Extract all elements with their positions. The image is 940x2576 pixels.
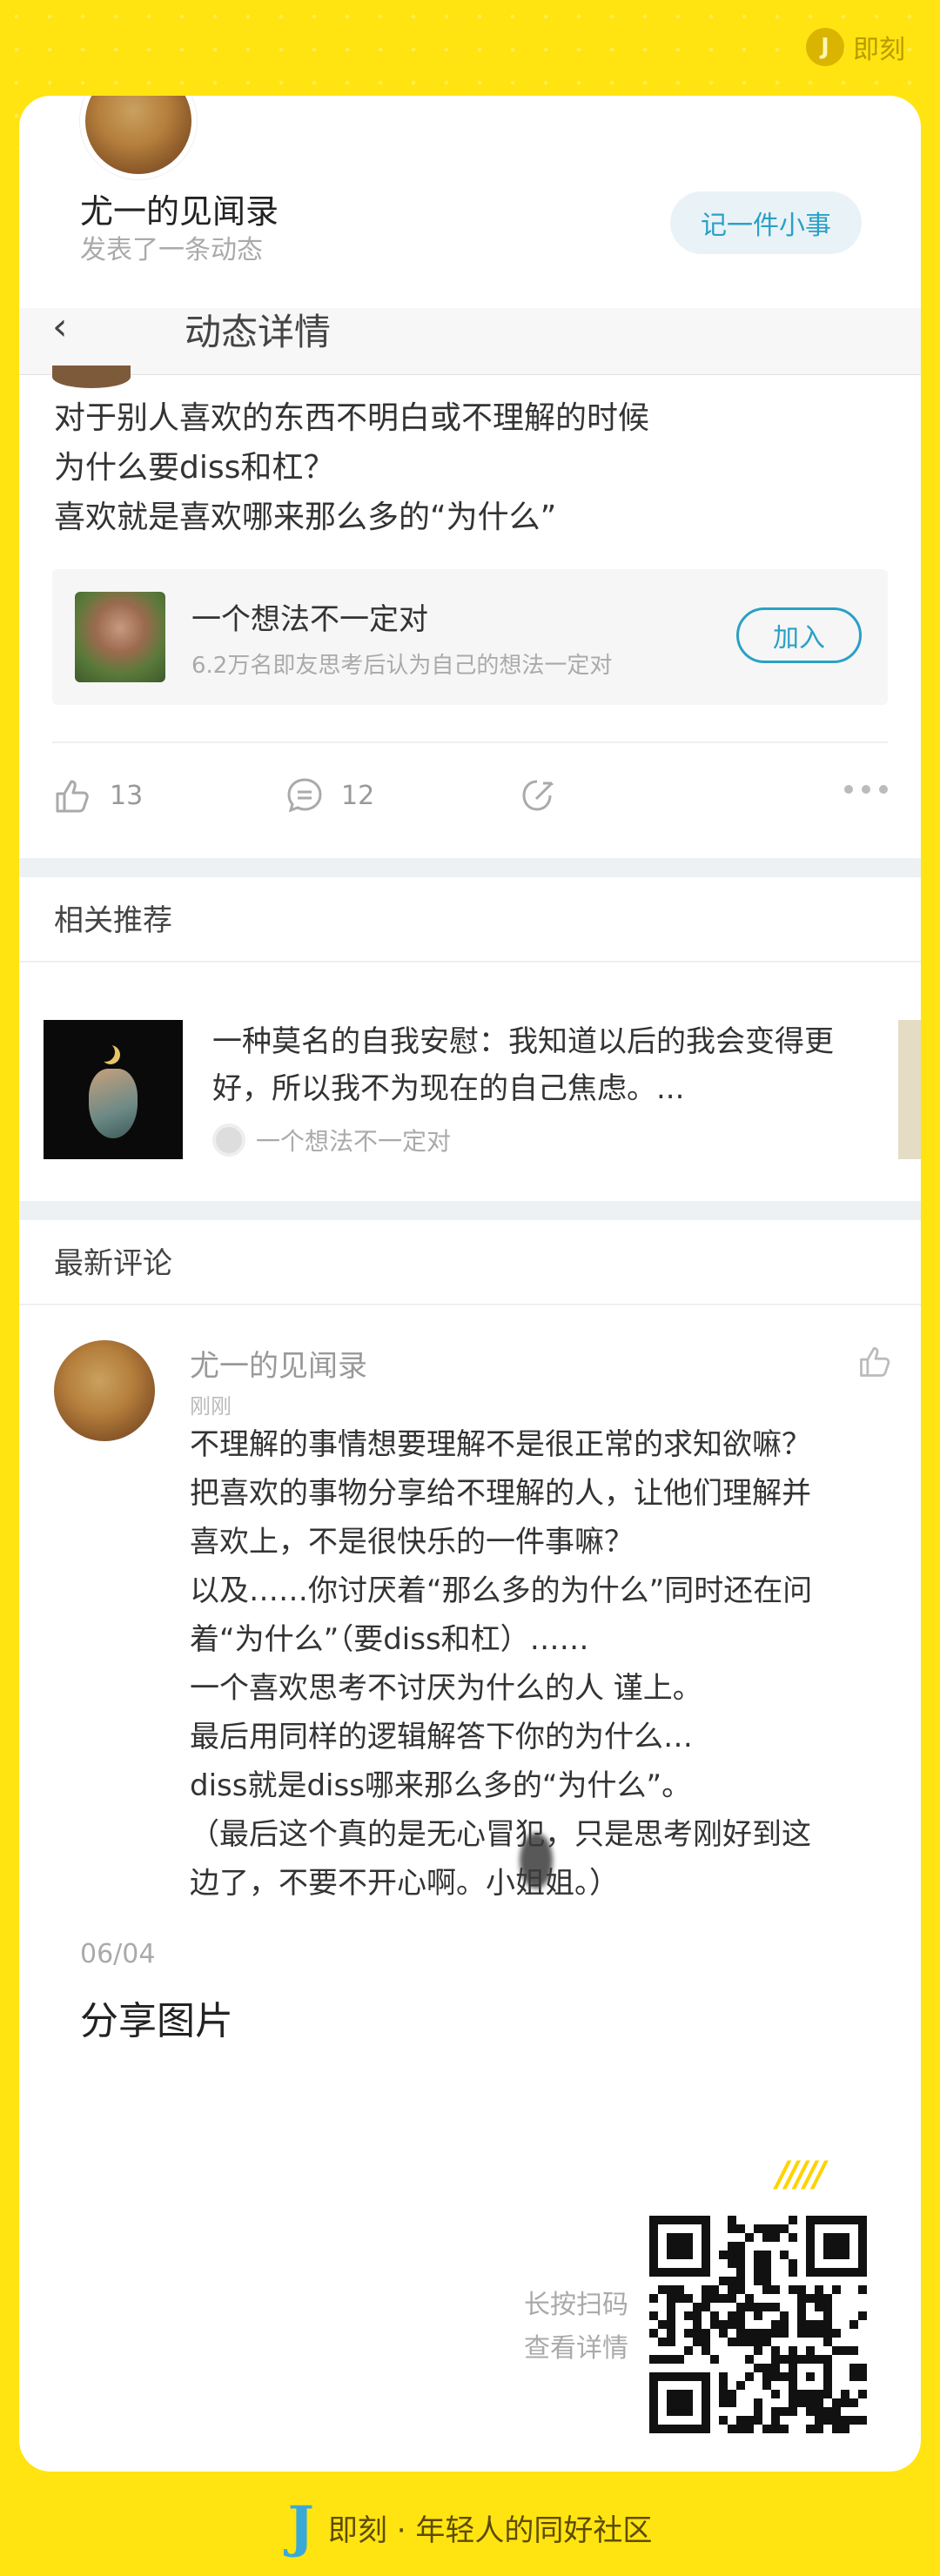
more-icon[interactable] [844,785,888,794]
share-date: 06/04 [80,1939,156,1969]
author-name[interactable]: 尤一的见闻录 [80,184,279,232]
comment-line: 喜欢上，不是很快乐的一件事嘛？ [190,1525,634,1560]
author-action: 发表了一条动态 [80,235,263,265]
comment-time: 刚刚 [190,1394,232,1419]
related-topic-label: 一个想法不一定对 [256,1127,452,1156]
post-line: 喜欢就是喜欢哪来那么多的“为什么” [54,500,557,535]
topic-name[interactable]: 一个想法不一定对 [191,595,428,638]
related-thumbnail[interactable] [44,1020,183,1159]
comment-line: 把喜欢的事物分享给不理解的人，让他们理解并 [190,1476,811,1511]
slash-decoration: ///// [776,2155,826,2195]
brand-top: J 即刻 [806,28,905,66]
related-text[interactable]: 一种莫名的自我安慰：我知道以后的我会变得更好，所以我不为现在的自己焦虑。... [212,1018,874,1112]
post-content: 对于别人喜欢的东西不明白或不理解的时候 为什么要diss和杠？ 喜欢就是喜欢哪来… [54,393,890,542]
topic-card[interactable]: 一个想法不一定对 6.2万名即友思考后认为自己的想法一定对 加入 [52,569,888,705]
comment-line: 最后用同样的逻辑解答下你的为什么… [190,1720,693,1754]
comment-line: 以及……你讨厌着“那么多的为什么”同时还在问 [190,1573,813,1608]
post-line: 对于别人喜欢的东西不明白或不理解的时候 [54,400,650,436]
scan-line: 长按扫码 [524,2290,628,2320]
jike-logo-icon: J [287,2494,314,2559]
topic-thumbnail [75,592,165,682]
author-row: 尤一的见闻录 发表了一条动态 记一件小事 [19,96,921,308]
join-button[interactable]: 加入 [736,607,862,663]
share-action[interactable] [517,775,559,816]
divider [19,1304,921,1305]
topic-description: 6.2万名即友思考后认为自己的想法一定对 [191,653,613,679]
qr-code[interactable] [649,2216,867,2433]
embedded-screenshot: ‹ 动态详情 对于别人喜欢的东西不明白或不理解的时候 为什么要diss和杠？ 喜… [19,308,921,1909]
comment-line: 着“为什么”（要diss和杠）…… [190,1622,589,1657]
comment-like-button[interactable] [856,1342,895,1384]
comment-line: 不理解的事情想要理解不是很正常的求知欲嘛？ [190,1427,811,1462]
comment-count: 12 [341,780,375,811]
action-bar: 13 12 [52,741,888,848]
related-title: 相关推荐 [54,903,172,938]
scan-hint: 长按扫码 查看详情 [489,2284,628,2371]
jike-logo-icon: J [806,28,844,66]
divider [19,961,921,963]
touch-cursor [520,1833,553,1888]
thumbs-up-icon [56,780,89,813]
author-avatar[interactable] [80,96,197,179]
figure-image [89,1069,138,1138]
related-topic[interactable]: 一个想法不一定对 [212,1123,451,1157]
like-count: 13 [110,780,144,811]
footer: J 即刻 · 年轻人的同好社区 [0,2499,940,2555]
comment-author[interactable]: 尤一的见闻录 [190,1342,367,1385]
topic-icon [212,1124,245,1157]
page-title: 动态详情 [185,311,332,353]
comment-icon [287,778,322,813]
record-button[interactable]: 记一件小事 [670,191,862,254]
share-card: 尤一的见闻录 发表了一条动态 记一件小事 ‹ 动态详情 对于别人喜欢的东西不明白… [19,96,921,2472]
share-title: 分享图片 [80,1999,233,2043]
share-icon [522,780,554,811]
moon-image [96,1043,115,1062]
scan-line: 查看详情 [524,2333,628,2364]
comments-title: 最新评论 [54,1246,172,1281]
post-line: 为什么要diss和杠？ [54,450,335,486]
next-card-peek [898,1020,921,1159]
like-action[interactable]: 13 [52,775,143,816]
comment-line: 一个喜欢思考不讨厌为什么的人 谨上。 [190,1671,702,1706]
brand-top-label: 即刻 [853,35,905,65]
back-icon[interactable]: ‹ [52,308,68,349]
comment-action[interactable]: 12 [284,775,374,816]
thumbs-up-icon [860,1346,890,1377]
section-separator [19,1201,921,1220]
footer-tagline: 即刻 · 年轻人的同好社区 [327,2512,653,2548]
navbar: ‹ 动态详情 [19,308,921,375]
comment-avatar[interactable] [54,1340,155,1441]
comment-line: diss就是diss哪来那么多的“为什么”。 [190,1768,692,1803]
section-separator [19,858,921,877]
poster-avatar-partial [52,366,131,388]
